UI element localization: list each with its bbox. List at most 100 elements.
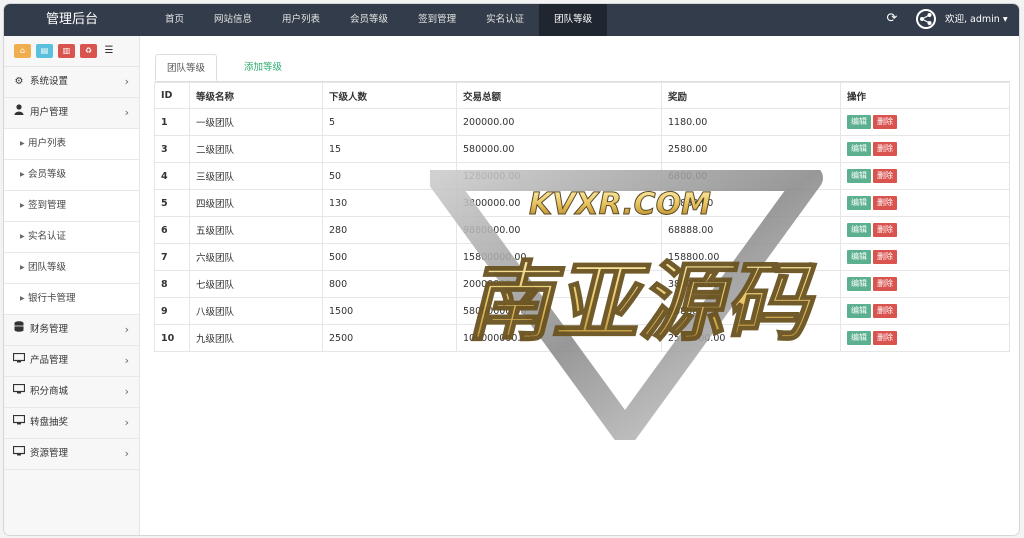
monitor-icon xyxy=(12,377,26,407)
monitor-icon xyxy=(12,439,26,469)
edit-button[interactable]: 编辑 xyxy=(847,331,871,345)
nav-home[interactable]: 首页 xyxy=(150,4,199,36)
sidebar-item-system[interactable]: ⚙ 系统设置 › xyxy=(4,67,139,98)
sidebar-item-label: 积分商城 xyxy=(30,386,69,397)
monitor-icon xyxy=(12,408,26,438)
cell-reward: 158800.00 xyxy=(661,243,841,271)
edit-button[interactable]: 编辑 xyxy=(847,169,871,183)
caret-right-icon: ▶ xyxy=(20,202,25,209)
cell-trade-total: 58000000.00 xyxy=(456,297,662,325)
sidebar-subitem-label: 团队等级 xyxy=(28,262,67,273)
nav-user-list[interactable]: 用户列表 xyxy=(267,4,335,36)
delete-button[interactable]: 删除 xyxy=(873,196,897,210)
share-icon xyxy=(920,13,932,25)
delete-button[interactable]: 删除 xyxy=(873,115,897,129)
sidebar-subitem-real-name[interactable]: ▶ 实名认证 xyxy=(4,222,139,253)
admin-window: 管理后台 首页 网站信息 用户列表 会员等级 签到管理 实名认证 团队等级 ⟳ … xyxy=(4,4,1019,535)
user-menu[interactable]: 欢迎, admin ▾ xyxy=(945,4,1008,36)
delete-button[interactable]: 删除 xyxy=(873,250,897,264)
list-icon[interactable]: ☰ xyxy=(102,44,116,58)
delete-button[interactable]: 删除 xyxy=(873,223,897,237)
sidebar-subitem-checkin[interactable]: ▶ 签到管理 xyxy=(4,191,139,222)
delete-button[interactable]: 删除 xyxy=(873,169,897,183)
delete-button[interactable]: 删除 xyxy=(873,277,897,291)
chevron-right-icon: › xyxy=(124,416,129,429)
table-row: 5 四级团队 130 3800000.00 18888.00 编辑 删除 xyxy=(154,189,1010,217)
trash-icon[interactable]: ▥ xyxy=(58,44,75,58)
cell-sub-count: 280 xyxy=(322,216,457,244)
sidebar-subitem-label: 实名认证 xyxy=(28,231,67,242)
cell-actions: 编辑 删除 xyxy=(840,216,1010,244)
monitor-icon xyxy=(12,346,26,376)
sidebar-item-label: 产品管理 xyxy=(30,355,69,366)
brand-title[interactable]: 管理后台 xyxy=(4,4,140,36)
cell-actions: 编辑 删除 xyxy=(840,243,1010,271)
sidebar-item-users[interactable]: 用户管理 › xyxy=(4,98,139,129)
sidebar-item-finance[interactable]: 财务管理 › xyxy=(4,315,139,346)
screen-frame: 管理后台 首页 网站信息 用户列表 会员等级 签到管理 实名认证 团队等级 ⟳ … xyxy=(0,0,1024,538)
cell-level-name: 七级团队 xyxy=(189,270,323,298)
table-row: 3 二级团队 15 580000.00 2580.00 编辑 删除 xyxy=(154,135,1010,163)
sidebar: ⌂ ▤ ▥ ♻ ☰ ⚙ 系统设置 › 用户管理 › ▶ 用户列表 ▶ 会员等级 … xyxy=(4,36,140,535)
nav-team-level[interactable]: 团队等级 xyxy=(539,4,608,36)
table-row: 9 八级团队 1500 58000000.00 888880.00 编辑 删除 xyxy=(154,297,1010,325)
avatar[interactable] xyxy=(916,9,936,29)
cell-trade-total: 580000.00 xyxy=(456,135,662,163)
col-sub-count: 下级人数 xyxy=(322,82,457,109)
col-actions: 操作 xyxy=(840,82,1010,109)
nav-member-level[interactable]: 会员等级 xyxy=(335,4,403,36)
sidebar-subitem-bank-card[interactable]: ▶ 银行卡管理 xyxy=(4,284,139,315)
edit-button[interactable]: 编辑 xyxy=(847,223,871,237)
sidebar-item-products[interactable]: 产品管理 › xyxy=(4,346,139,377)
cell-sub-count: 1500 xyxy=(322,297,457,325)
sidebar-item-label: 资源管理 xyxy=(30,448,69,459)
caret-right-icon: ▶ xyxy=(20,295,25,302)
sidebar-item-label: 用户管理 xyxy=(30,107,69,118)
cell-reward: 68888.00 xyxy=(661,216,841,244)
edit-button[interactable]: 编辑 xyxy=(847,277,871,291)
tab-add-level[interactable]: 添加等级 xyxy=(233,54,293,81)
cell-trade-total: 20000000.00 xyxy=(456,270,662,298)
nav-site-info[interactable]: 网站信息 xyxy=(199,4,267,36)
caret-right-icon: ▶ xyxy=(20,140,25,147)
cell-sub-count: 5 xyxy=(322,108,457,136)
cell-actions: 编辑 删除 xyxy=(840,189,1010,217)
home-icon[interactable]: ⌂ xyxy=(14,44,31,58)
cell-actions: 编辑 删除 xyxy=(840,135,1010,163)
sidebar-subitem-team-level[interactable]: ▶ 团队等级 xyxy=(4,253,139,284)
cell-reward: 1180.00 xyxy=(661,108,841,136)
database-icon xyxy=(12,315,26,345)
edit-button[interactable]: 编辑 xyxy=(847,142,871,156)
chevron-right-icon: › xyxy=(124,106,129,119)
delete-button[interactable]: 删除 xyxy=(873,331,897,345)
delete-button[interactable]: 删除 xyxy=(873,142,897,156)
cell-level-name: 六级团队 xyxy=(189,243,323,271)
sidebar-item-resources[interactable]: 资源管理 › xyxy=(4,439,139,470)
sidebar-subitem-user-list[interactable]: ▶ 用户列表 xyxy=(4,129,139,160)
nav-real-name[interactable]: 实名认证 xyxy=(471,4,539,36)
tab-team-level[interactable]: 团队等级 xyxy=(155,54,218,81)
cell-reward: 18888.00 xyxy=(661,189,841,217)
nav-checkin[interactable]: 签到管理 xyxy=(403,4,471,36)
edit-button[interactable]: 编辑 xyxy=(847,196,871,210)
refresh-icon[interactable]: ⟳ xyxy=(885,12,899,26)
caret-right-icon: ▶ xyxy=(20,171,25,178)
cell-trade-total: 3800000.00 xyxy=(456,189,662,217)
top-nav-menu: 首页 网站信息 用户列表 会员等级 签到管理 实名认证 团队等级 xyxy=(150,4,608,36)
chevron-right-icon: › xyxy=(124,385,129,398)
delete-button[interactable]: 删除 xyxy=(873,304,897,318)
cell-level-name: 四级团队 xyxy=(189,189,323,217)
recycle-icon[interactable]: ♻ xyxy=(80,44,97,58)
cell-id: 6 xyxy=(154,216,190,244)
sidebar-item-points-mall[interactable]: 积分商城 › xyxy=(4,377,139,408)
cell-level-name: 九级团队 xyxy=(189,324,323,352)
chevron-right-icon: › xyxy=(124,354,129,367)
file-icon[interactable]: ▤ xyxy=(36,44,53,58)
chevron-right-icon: › xyxy=(124,75,129,88)
edit-button[interactable]: 编辑 xyxy=(847,250,871,264)
sidebar-item-lottery[interactable]: 转盘抽奖 › xyxy=(4,408,139,439)
edit-button[interactable]: 编辑 xyxy=(847,115,871,129)
cell-actions: 编辑 删除 xyxy=(840,297,1010,325)
sidebar-subitem-member-level[interactable]: ▶ 会员等级 xyxy=(4,160,139,191)
edit-button[interactable]: 编辑 xyxy=(847,304,871,318)
